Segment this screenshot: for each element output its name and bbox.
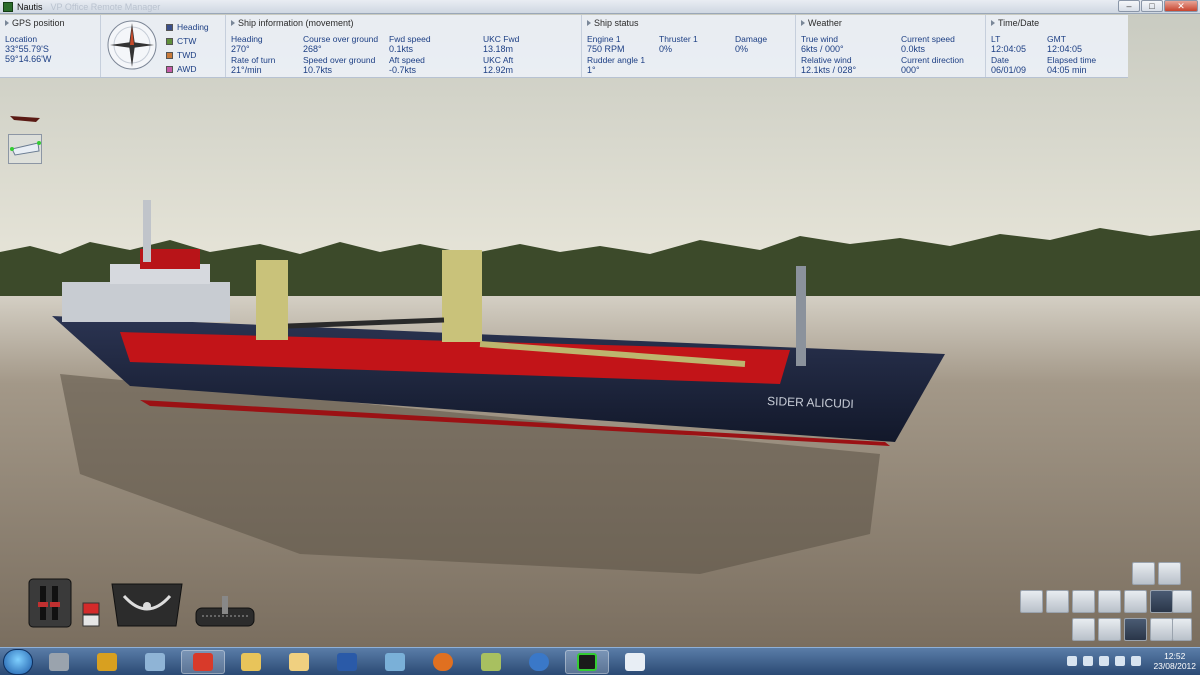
mast-aft — [143, 200, 151, 262]
taskbar-app-settings[interactable] — [37, 650, 81, 674]
location-label: Location — [5, 34, 38, 44]
taskbar-app-chart[interactable] — [181, 649, 225, 674]
window-titlebar: Nautis VP Office Remote Manager – □ ✕ — [0, 0, 1200, 14]
taskbar-app-word[interactable] — [325, 650, 369, 674]
ship-info-hud: GPS position Location 33°55.79'S 59°14.6… — [0, 15, 1128, 78]
tool-button-4[interactable] — [1098, 590, 1121, 613]
windows-taskbar: 12:52 23/08/2012 — [0, 647, 1200, 675]
tray-network-icon[interactable] — [1099, 656, 1110, 666]
movement-grid: Heading 270° Course over ground 268° Fwd s… — [231, 34, 520, 75]
camera-button[interactable] — [1124, 618, 1147, 641]
tray-arrow-icon[interactable] — [1067, 656, 1078, 666]
weather-panel: Weather True wind 6kts / 000° Current spe… — [796, 15, 986, 77]
tool-button-12[interactable] — [1172, 618, 1192, 641]
ship-top-thumbnail[interactable] — [8, 134, 42, 164]
maximize-button[interactable]: □ — [1141, 0, 1163, 12]
taskbar-app-player[interactable] — [565, 649, 609, 674]
taskbar-app-shield[interactable] — [85, 650, 129, 674]
taskbar-clock[interactable]: 12:52 23/08/2012 — [1153, 651, 1196, 671]
window-title: Nautis — [17, 1, 43, 12]
time-grid: LT 12:04:05 GMT 12:04:05 Date 06/01/09 Elap… — [991, 34, 1097, 75]
tray-volume-icon[interactable] — [1131, 656, 1142, 666]
tool-button-8[interactable] — [1072, 618, 1095, 641]
tool-button-1[interactable] — [1020, 590, 1043, 613]
taskbar-app-calculator[interactable] — [133, 650, 177, 674]
collapse-arrow-icon[interactable] — [991, 20, 995, 26]
longitude-value: 59°14.66'W — [5, 54, 52, 64]
window-subtitle: VP Office Remote Manager — [50, 1, 161, 12]
tool-button-7[interactable] — [1172, 590, 1192, 613]
clock-time: 12:52 — [1164, 651, 1186, 661]
taskbar-app-weather[interactable] — [277, 650, 321, 674]
tool-button-2[interactable] — [1046, 590, 1069, 613]
app-icon — [3, 1, 13, 12]
taskbar-app-viewer[interactable] — [373, 650, 417, 674]
taskbar-app-thunderbird[interactable] — [517, 650, 561, 674]
crane-fwd — [442, 250, 482, 342]
alarm-indicator-icon[interactable] — [82, 602, 100, 628]
crane-aft — [256, 260, 288, 340]
gps-title: GPS position — [12, 18, 65, 28]
latitude-value: 33°55.79'S — [5, 44, 49, 54]
tool-button-3[interactable] — [1072, 590, 1095, 613]
compass-legend: Heading CTW TWD AWD — [166, 19, 209, 77]
movement-panel: Ship information (movement) Heading 270° … — [226, 15, 582, 77]
camera-tool-pad — [1012, 562, 1194, 646]
gps-panel: GPS position Location 33°55.79'S 59°14.6… — [0, 15, 101, 77]
tool-button-redo[interactable] — [1158, 562, 1181, 585]
superstructure — [62, 282, 230, 322]
tray-signal-icon[interactable] — [1115, 656, 1126, 666]
window-controls: – □ ✕ — [1118, 0, 1198, 12]
tool-button-9[interactable] — [1098, 618, 1121, 641]
tool-button-selected[interactable] — [1150, 590, 1173, 613]
status-title: Ship status — [594, 18, 639, 28]
status-grid: Engine 1 750 RPM Thruster 1 0% Damage 0% Ru… — [587, 34, 768, 75]
ship-status-panel: Ship status Engine 1 750 RPM Thruster 1 0%… — [582, 15, 796, 77]
close-button[interactable]: ✕ — [1164, 0, 1198, 12]
tool-button-11[interactable] — [1150, 618, 1173, 641]
legend-ctw[interactable]: CTW — [166, 34, 209, 48]
tool-button-5[interactable] — [1124, 590, 1147, 613]
legend-awd[interactable]: AWD — [166, 62, 209, 76]
start-button[interactable] — [3, 648, 33, 675]
clock-date: 23/08/2012 — [1153, 661, 1196, 671]
taskbar-app-green[interactable] — [469, 650, 513, 674]
compass-panel: Heading CTW TWD AWD — [101, 15, 226, 77]
taskbar-app-explorer[interactable] — [229, 650, 273, 674]
rudder-wheel-icon[interactable] — [110, 582, 184, 628]
collapse-arrow-icon[interactable] — [5, 20, 9, 26]
taskbar-app-window[interactable] — [613, 650, 657, 674]
time-title: Time/Date — [998, 18, 1040, 28]
simulation-viewport[interactable]: SIDER ALICUDI — [0, 14, 1200, 647]
legend-heading[interactable]: Heading — [166, 20, 209, 34]
collapse-arrow-icon[interactable] — [587, 20, 591, 26]
system-tray: 12:52 23/08/2012 — [1067, 651, 1196, 671]
taskbar-app-firefox[interactable] — [421, 650, 465, 674]
thruster-control-icon[interactable] — [194, 594, 256, 628]
tray-flag-icon[interactable] — [1083, 656, 1094, 666]
mast-fwd — [796, 266, 806, 366]
time-panel: Time/Date LT 12:04:05 GMT 12:04:05 Date 06/… — [986, 15, 1128, 77]
weather-title: Weather — [808, 18, 842, 28]
bridge-controls — [28, 578, 256, 628]
collapse-arrow-icon[interactable] — [801, 20, 805, 26]
minimize-button[interactable]: – — [1118, 0, 1140, 12]
ship-side-thumbnail[interactable] — [8, 100, 42, 130]
movement-title: Ship information (movement) — [238, 18, 354, 28]
weather-grid: True wind 6kts / 000° Current speed 0.0kts… — [801, 34, 964, 75]
throttle-lever-icon[interactable] — [28, 578, 72, 628]
legend-twd[interactable]: TWD — [166, 48, 209, 62]
tool-button-undo[interactable] — [1132, 562, 1155, 585]
compass-icon — [107, 20, 157, 70]
collapse-arrow-icon[interactable] — [231, 20, 235, 26]
view-thumbnails — [8, 100, 42, 168]
